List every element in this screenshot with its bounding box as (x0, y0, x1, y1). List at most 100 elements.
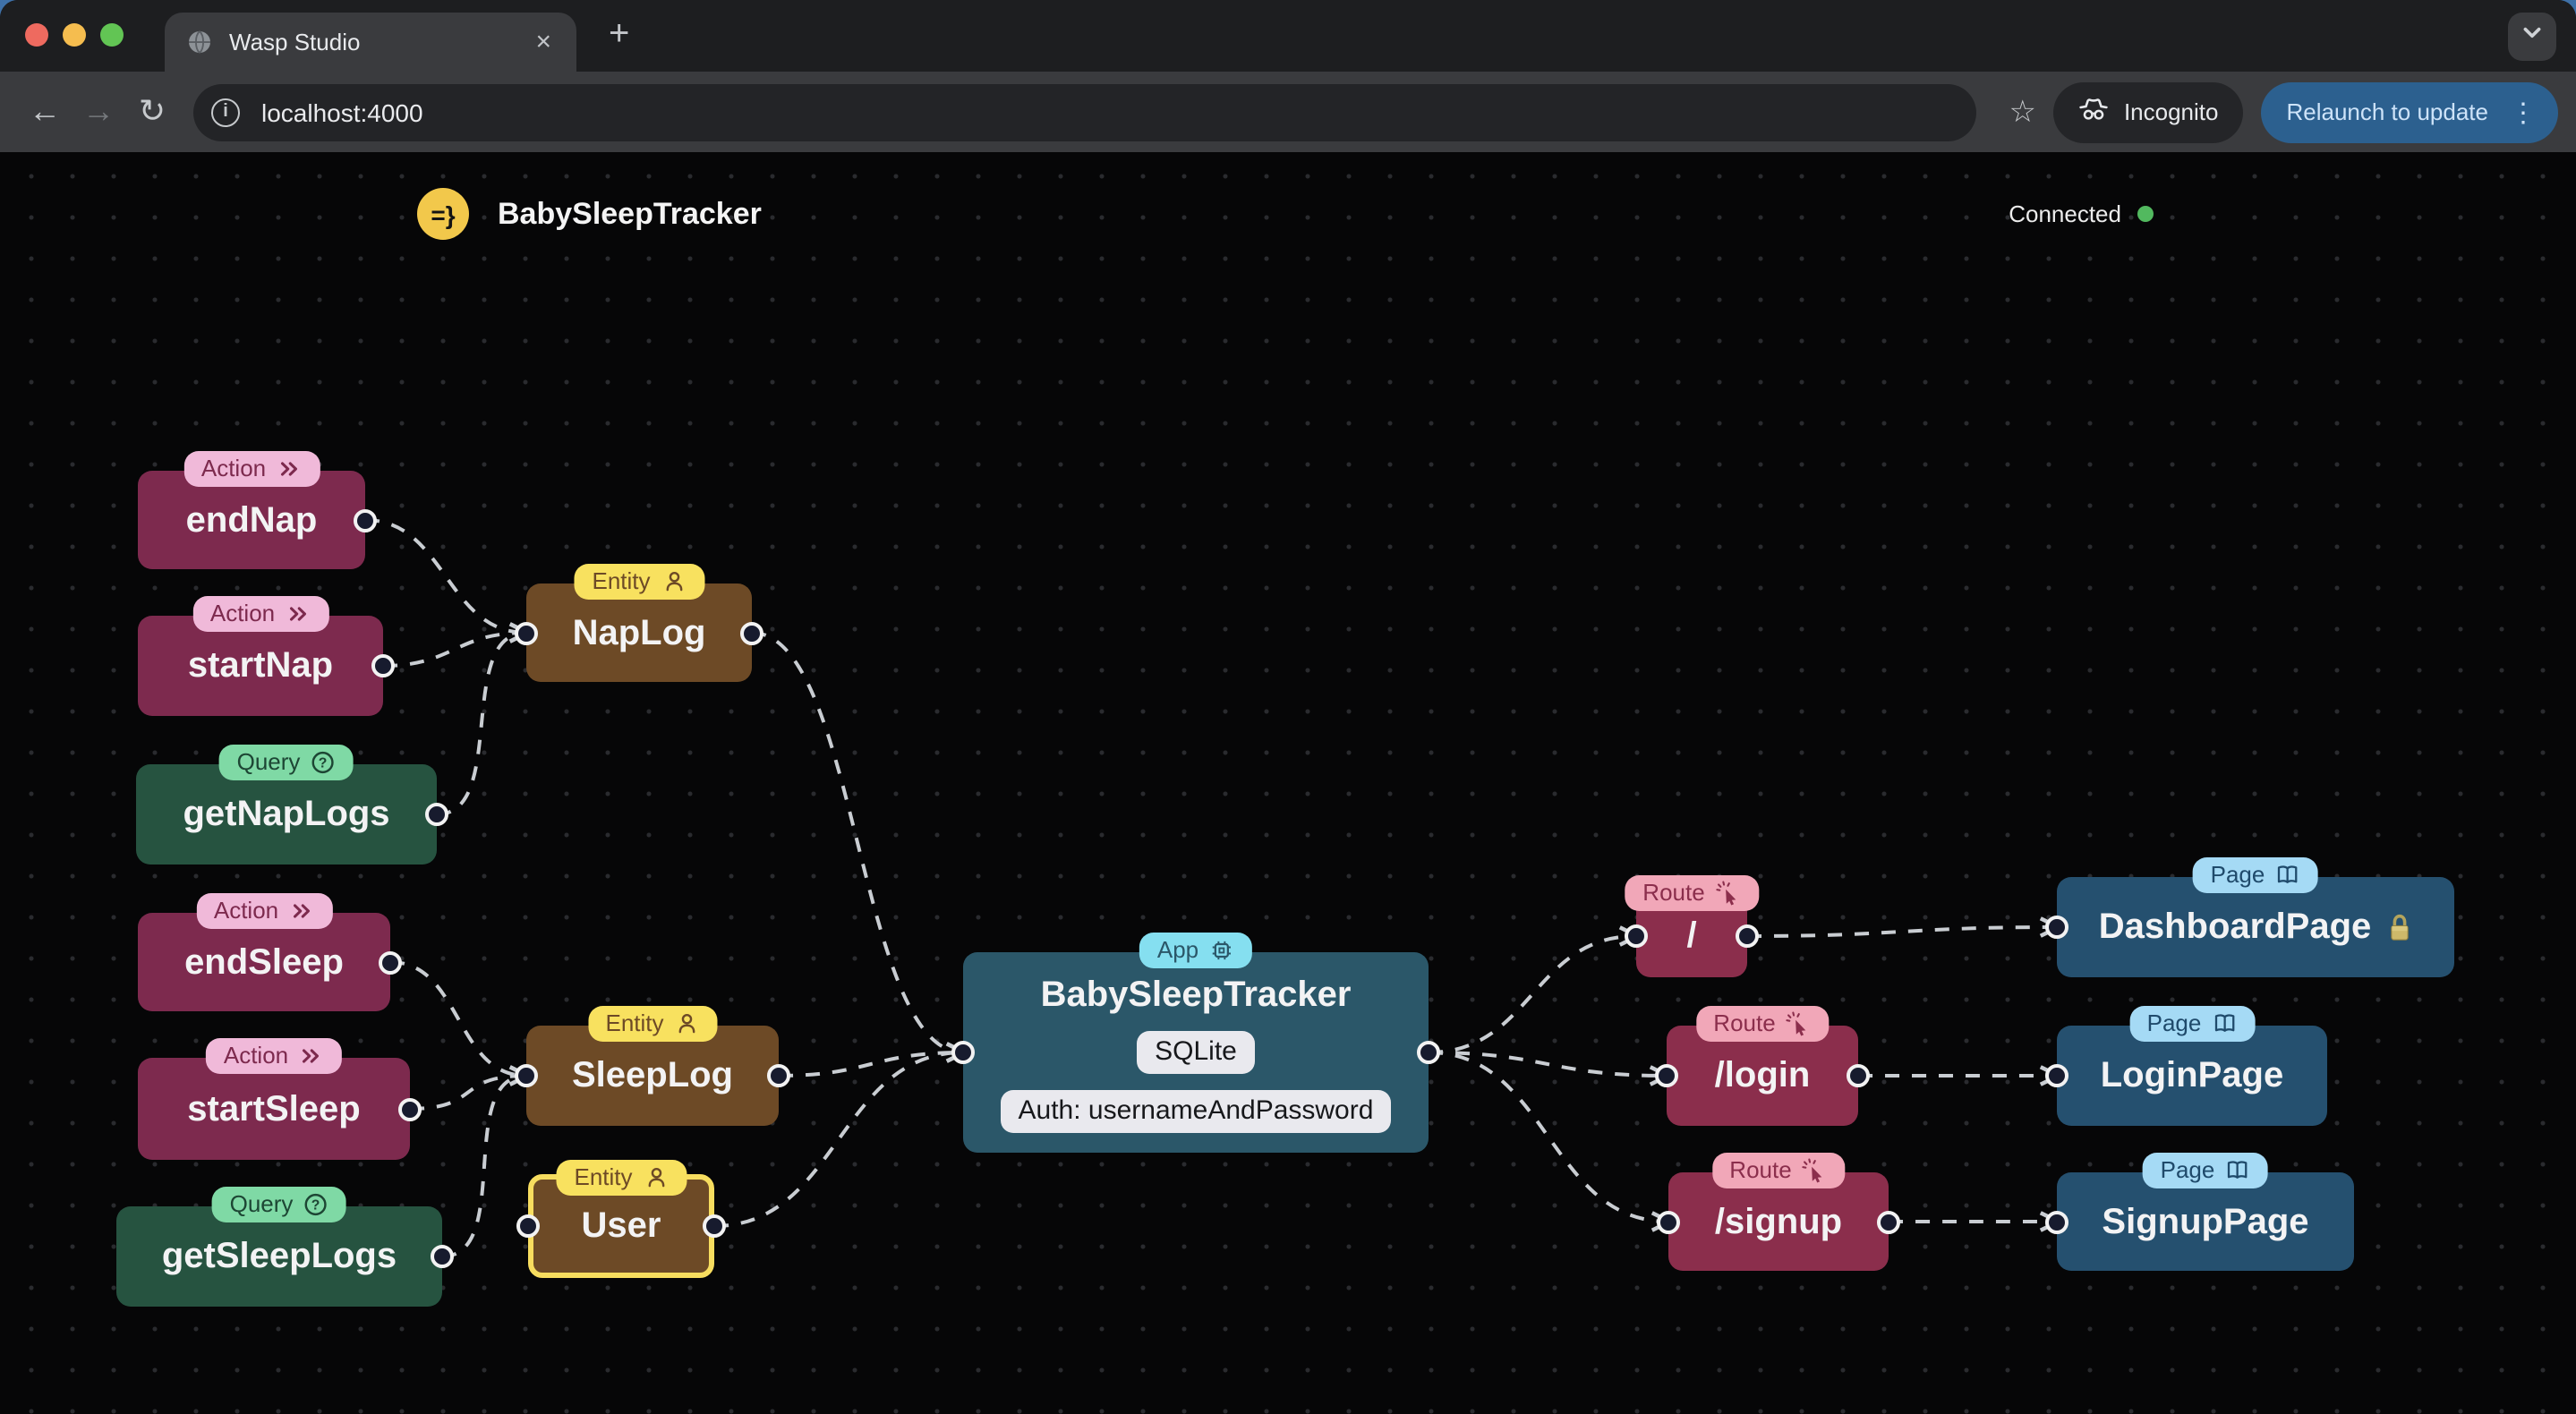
node-label: startNap (187, 646, 334, 686)
node-label: startSleep (187, 1089, 361, 1129)
site-info-button[interactable]: i (204, 90, 247, 133)
connection-handle-right-getNapLogs[interactable] (425, 803, 448, 826)
wasp-logo: =} (417, 188, 469, 240)
node-App[interactable]: App BabySleepTracker SQLite Auth: usernameA… (963, 933, 1429, 1153)
connection-handle-left-User[interactable] (516, 1214, 540, 1238)
connection-handle-left-App[interactable] (951, 1041, 975, 1064)
node-label: / (1686, 916, 1697, 956)
info-icon: i (211, 98, 240, 126)
node-route-signup[interactable]: Route/signup (1668, 1153, 1889, 1271)
edge-App-route-root (1428, 936, 1636, 1054)
edge-endSleep-SleepLog (389, 960, 526, 1076)
connection-handle-right-route-login[interactable] (1847, 1064, 1870, 1087)
svg-text:?: ? (320, 756, 328, 771)
connection-handle-left-route-login[interactable] (1655, 1064, 1678, 1087)
connection-handle-right-endNap[interactable] (354, 508, 377, 532)
node-label: /login (1714, 1056, 1811, 1095)
connection-handle-left-NapLog[interactable] (515, 621, 538, 644)
badge-label: Action (213, 897, 279, 924)
address-bar[interactable]: i localhost:4000 (193, 83, 1977, 141)
connection-handle-right-startNap[interactable] (371, 654, 395, 677)
action-badge: Action (192, 596, 329, 632)
connection-handle-right-route-root[interactable] (1736, 924, 1759, 948)
edge-App-route-signup (1428, 1051, 1668, 1222)
connection-handle-right-endSleep[interactable] (379, 950, 402, 974)
close-window-button[interactable] (25, 23, 48, 47)
cursor-click-icon (1802, 1158, 1828, 1183)
maximize-window-button[interactable] (100, 23, 124, 47)
connection-handle-right-App[interactable] (1417, 1041, 1440, 1064)
connection-handle-right-NapLog[interactable] (740, 621, 763, 644)
forward-button[interactable]: → (72, 85, 125, 139)
tab-title: Wasp Studio (229, 29, 361, 55)
browser-window: Wasp Studio × + ← → ↻ i localhost:4000 ☆ (0, 0, 2576, 1414)
page-title: BabySleepTracker (498, 197, 762, 231)
incognito-icon (2079, 97, 2110, 127)
tab-close-icon[interactable]: × (528, 27, 559, 57)
url-text: localhost:4000 (261, 98, 423, 126)
node-getNapLogs[interactable]: Query? getNapLogs (136, 745, 437, 865)
node-label: NapLog (572, 613, 706, 652)
action-badge: Action (183, 451, 320, 487)
node-User[interactable]: Entity User (528, 1160, 714, 1278)
diagram-canvas[interactable]: =} BabySleepTracker Connected Action endN… (0, 152, 2576, 1414)
page-badge: Page (2128, 1006, 2256, 1042)
connection-handle-left-LoginPage[interactable] (2045, 1064, 2068, 1087)
minimize-window-button[interactable] (63, 23, 86, 47)
connection-handle-right-SleepLog[interactable] (767, 1064, 790, 1087)
connection-handle-left-route-root[interactable] (1625, 924, 1648, 948)
incognito-badge: Incognito (2053, 81, 2244, 142)
connection-handle-left-SleepLog[interactable] (515, 1064, 538, 1087)
reload-button[interactable]: ↻ (125, 85, 179, 139)
connection-status: Connected (2009, 200, 2154, 227)
page-badge: Page (2192, 857, 2319, 893)
person-icon (644, 1165, 669, 1190)
node-LoginPage[interactable]: Page LoginPage (2057, 1006, 2327, 1126)
chevron-down-icon (2521, 21, 2544, 53)
entity-badge: Entity (574, 564, 704, 600)
node-route-root[interactable]: Route / (1625, 875, 1759, 977)
entity-badge: Entity (556, 1160, 687, 1196)
tab-search-button[interactable] (2508, 13, 2556, 61)
browser-tab[interactable]: Wasp Studio × (165, 13, 576, 72)
node-endNap[interactable]: Action endNap (138, 451, 365, 569)
connection-handle-left-SignupPage[interactable] (2045, 1210, 2068, 1233)
badge-label: Route (1642, 879, 1705, 906)
edge-App-route-login (1428, 1051, 1667, 1076)
node-getSleepLogs[interactable]: Query? getSleepLogs (116, 1187, 442, 1307)
node-startSleep[interactable]: Action startSleep (138, 1038, 410, 1160)
node-label: endSleep (184, 942, 344, 982)
svg-text:?: ? (312, 1198, 321, 1214)
action-badge: Action (195, 893, 333, 929)
double-chevron-icon (286, 601, 311, 626)
badge-label: Page (2210, 861, 2265, 888)
connection-handle-right-getSleepLogs[interactable] (431, 1245, 454, 1268)
node-DashboardPage[interactable]: Page DashboardPage (2057, 857, 2454, 977)
node-label: /signup (1714, 1202, 1843, 1241)
node-route-login[interactable]: Route/login (1667, 1006, 1858, 1126)
book-icon (2225, 1158, 2250, 1183)
connection-handle-right-route-signup[interactable] (1877, 1210, 1900, 1233)
node-endSleep[interactable]: Action endSleep (138, 893, 390, 1011)
relaunch-to-update-button[interactable]: Relaunch to update ⋮ (2261, 81, 2558, 142)
badge-label: Page (2146, 1009, 2202, 1036)
node-label: SleepLog (571, 1056, 733, 1095)
connection-handle-left-route-signup[interactable] (1657, 1210, 1680, 1233)
connection-handle-left-DashboardPage[interactable] (2045, 916, 2068, 939)
node-SignupPage[interactable]: Page SignupPage (2057, 1153, 2354, 1271)
status-dot (2137, 206, 2154, 222)
edge-NapLog-App (751, 631, 963, 1052)
node-SleepLog[interactable]: Entity SleepLog (526, 1006, 779, 1126)
connection-handle-right-startSleep[interactable] (398, 1097, 422, 1120)
badge-label: Action (209, 600, 276, 626)
book-icon (2275, 863, 2300, 888)
new-tab-button[interactable]: + (598, 14, 640, 55)
bookmark-star-icon[interactable]: ☆ (1991, 94, 2054, 130)
double-chevron-icon (289, 899, 314, 924)
connection-handle-right-User[interactable] (703, 1214, 726, 1238)
browser-menu-icon[interactable]: ⋮ (2495, 96, 2551, 128)
badge-label: Route (1729, 1156, 1792, 1183)
back-button[interactable]: ← (18, 85, 72, 139)
node-startNap[interactable]: Action startNap (138, 596, 383, 716)
node-NapLog[interactable]: Entity NapLog (526, 564, 752, 682)
